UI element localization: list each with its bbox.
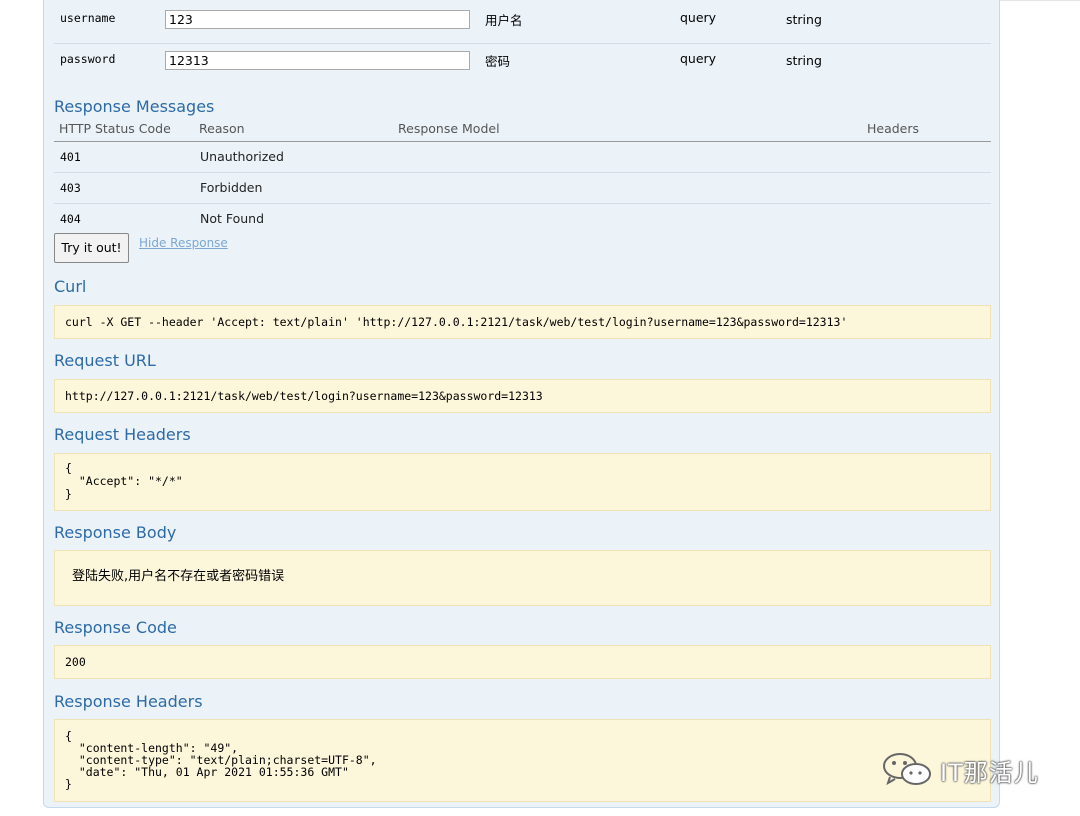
- status-reason: Not Found: [200, 211, 265, 226]
- table-row: 403 Forbidden: [54, 173, 991, 203]
- watermark-text: IT那活儿: [940, 759, 1039, 787]
- col-header-headers: Headers: [867, 121, 920, 136]
- status-code: 401: [60, 150, 81, 164]
- hide-response-link[interactable]: Hide Response: [139, 236, 228, 250]
- response-messages-title: Response Messages: [54, 97, 215, 116]
- response-code-title: Response Code: [54, 618, 177, 637]
- request-url-title: Request URL: [54, 351, 156, 370]
- response-code-value: 200: [54, 645, 991, 679]
- status-code: 403: [60, 181, 81, 195]
- col-header-response-model: Response Model: [398, 121, 500, 136]
- param-name: password: [60, 52, 116, 66]
- col-header-reason: Reason: [199, 121, 245, 136]
- watermark: IT那活儿: [880, 750, 1050, 790]
- response-headers-value: { "content-length": "49", "content-type"…: [54, 719, 991, 802]
- top-divider: [1000, 0, 1080, 1]
- response-body-title: Response Body: [54, 523, 177, 542]
- status-reason: Unauthorized: [200, 149, 284, 164]
- try-it-out-button[interactable]: Try it out!: [54, 233, 129, 263]
- param-row-username: username 用户名 query string: [54, 1, 991, 41]
- col-header-status-code: HTTP Status Code: [59, 121, 171, 136]
- param-name: username: [60, 11, 116, 25]
- curl-title: Curl: [54, 277, 87, 296]
- response-headers-title: Response Headers: [54, 692, 203, 711]
- status-code: 404: [60, 212, 81, 226]
- password-input[interactable]: [165, 51, 470, 70]
- wechat-icon: [883, 753, 931, 786]
- param-row-password: password 密码 query string: [54, 42, 991, 82]
- operation-panel: username 用户名 query string password 密码 qu…: [43, 0, 1000, 808]
- status-reason: Forbidden: [200, 180, 263, 195]
- curl-command: curl -X GET --header 'Accept: text/plain…: [54, 305, 991, 339]
- param-type: query: [680, 10, 717, 25]
- response-body-value: 登陆失败,用户名不存在或者密码错误: [54, 550, 991, 606]
- request-headers-title: Request Headers: [54, 425, 191, 444]
- table-row: 401 Unauthorized: [54, 142, 991, 172]
- param-description: 密码: [485, 54, 511, 69]
- param-data-type: string: [786, 53, 822, 68]
- table-row: 404 Not Found: [54, 204, 991, 234]
- request-headers-value: { "Accept": "*/*" }: [54, 453, 991, 511]
- param-type: query: [680, 51, 717, 66]
- request-url-value: http://127.0.0.1:2121/task/web/test/logi…: [54, 379, 991, 413]
- param-description: 用户名: [485, 13, 523, 28]
- param-data-type: string: [786, 12, 822, 27]
- username-input[interactable]: [165, 10, 470, 29]
